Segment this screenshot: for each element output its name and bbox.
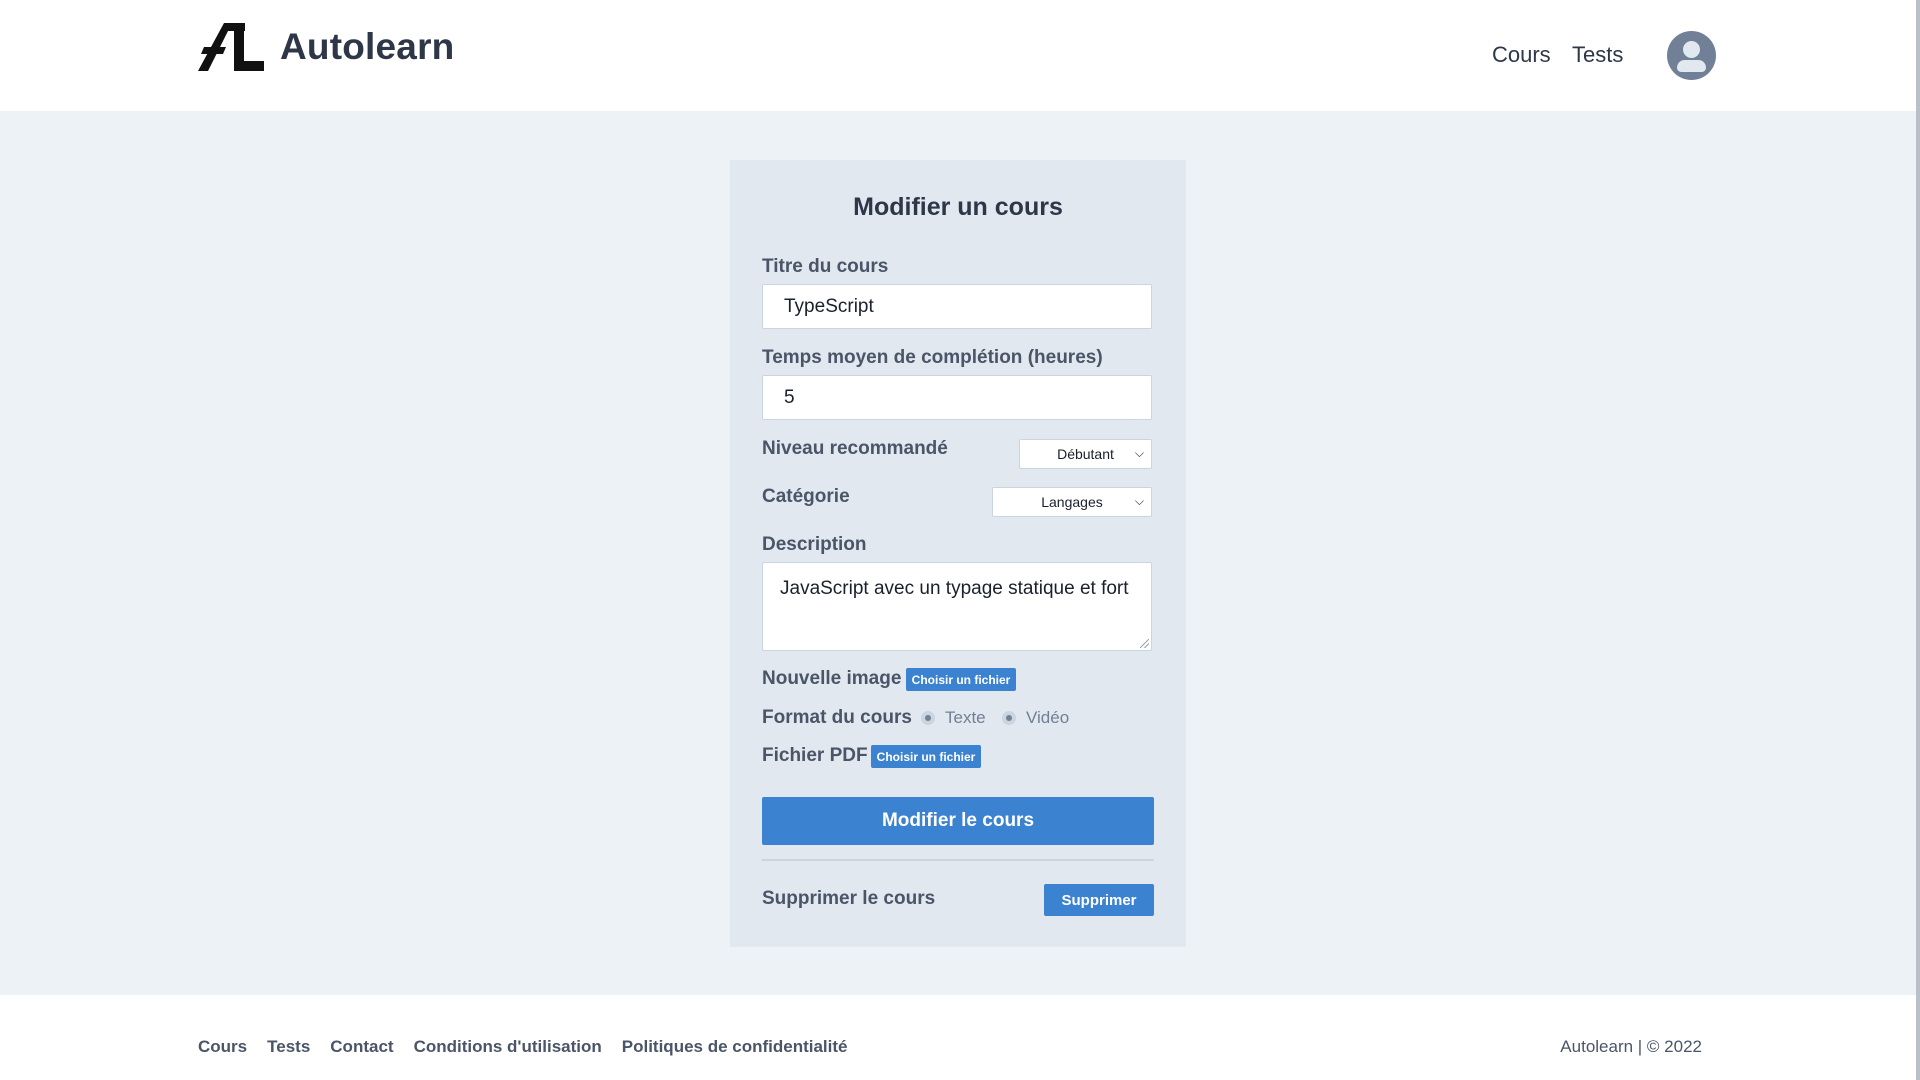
nav-tests-link[interactable]: Tests bbox=[1572, 42, 1623, 68]
autolearn-logo-icon bbox=[198, 23, 264, 71]
level-select[interactable]: Débutant ⌵ bbox=[1019, 439, 1152, 469]
description-textarea[interactable]: JavaScript avec un typage statique et fo… bbox=[762, 562, 1152, 651]
edit-course-card: Modifier un cours Titre du cours TypeScr… bbox=[730, 160, 1186, 947]
header: Autolearn Cours Tests bbox=[0, 0, 1920, 111]
footer-link-contact[interactable]: Contact bbox=[330, 1037, 393, 1057]
delete-course-button[interactable]: Supprimer bbox=[1044, 884, 1154, 916]
footer-link-tests[interactable]: Tests bbox=[267, 1037, 310, 1057]
format-radio-text[interactable]: Texte bbox=[921, 708, 986, 728]
user-avatar-icon[interactable] bbox=[1667, 31, 1716, 80]
category-select-value: Langages bbox=[1041, 494, 1103, 510]
category-select[interactable]: Langages ⌵ bbox=[992, 487, 1152, 517]
course-title-input[interactable]: TypeScript bbox=[762, 284, 1152, 329]
course-title-label: Titre du cours bbox=[762, 256, 889, 277]
copyright-text: Autolearn | © 2022 bbox=[1560, 1037, 1702, 1056]
footer-link-courses[interactable]: Cours bbox=[198, 1037, 247, 1057]
category-label: Catégorie bbox=[762, 486, 850, 507]
radio-button-icon bbox=[921, 711, 935, 725]
brand-name: Autolearn bbox=[280, 26, 455, 67]
main-content: Modifier un cours Titre du cours TypeScr… bbox=[0, 111, 1920, 995]
level-label: Niveau recommandé bbox=[762, 438, 948, 459]
choose-image-file-button[interactable]: Choisir un fichier bbox=[906, 668, 1016, 691]
chevron-down-icon: ⌵ bbox=[1134, 494, 1144, 508]
format-option-label: Vidéo bbox=[1026, 708, 1070, 727]
footer: Cours Tests Contact Conditions d'utilisa… bbox=[0, 995, 1920, 1080]
description-text: JavaScript avec un typage statique et fo… bbox=[780, 578, 1129, 599]
delete-course-label: Supprimer le cours bbox=[762, 888, 936, 909]
description-label: Description bbox=[762, 534, 867, 555]
avg-time-input[interactable]: 5 bbox=[762, 375, 1152, 420]
chevron-down-icon: ⌵ bbox=[1134, 446, 1144, 460]
update-course-button[interactable]: Modifier le cours bbox=[762, 797, 1154, 845]
format-option-label: Texte bbox=[945, 708, 986, 727]
footer-link-privacy[interactable]: Politiques de confidentialité bbox=[622, 1037, 848, 1057]
page-title: Modifier un cours bbox=[853, 193, 1063, 221]
level-select-value: Débutant bbox=[1057, 446, 1114, 462]
resize-handle-icon[interactable] bbox=[1140, 639, 1149, 648]
choose-pdf-file-button[interactable]: Choisir un fichier bbox=[871, 745, 981, 768]
footer-link-terms[interactable]: Conditions d'utilisation bbox=[414, 1037, 602, 1057]
radio-button-icon bbox=[1002, 711, 1016, 725]
avg-time-label: Temps moyen de complétion (heures) bbox=[762, 347, 1103, 368]
scrollbar[interactable] bbox=[1916, 0, 1920, 1080]
format-label: Format du cours bbox=[762, 707, 912, 728]
logo[interactable]: Autolearn bbox=[198, 22, 454, 72]
new-image-label: Nouvelle image bbox=[762, 668, 902, 689]
nav-courses-link[interactable]: Cours bbox=[1492, 42, 1551, 68]
footer-links: Cours Tests Contact Conditions d'utilisa… bbox=[198, 1037, 868, 1057]
format-radio-video[interactable]: Vidéo bbox=[1002, 708, 1069, 728]
divider bbox=[762, 859, 1154, 861]
pdf-file-label: Fichier PDF bbox=[762, 745, 868, 766]
